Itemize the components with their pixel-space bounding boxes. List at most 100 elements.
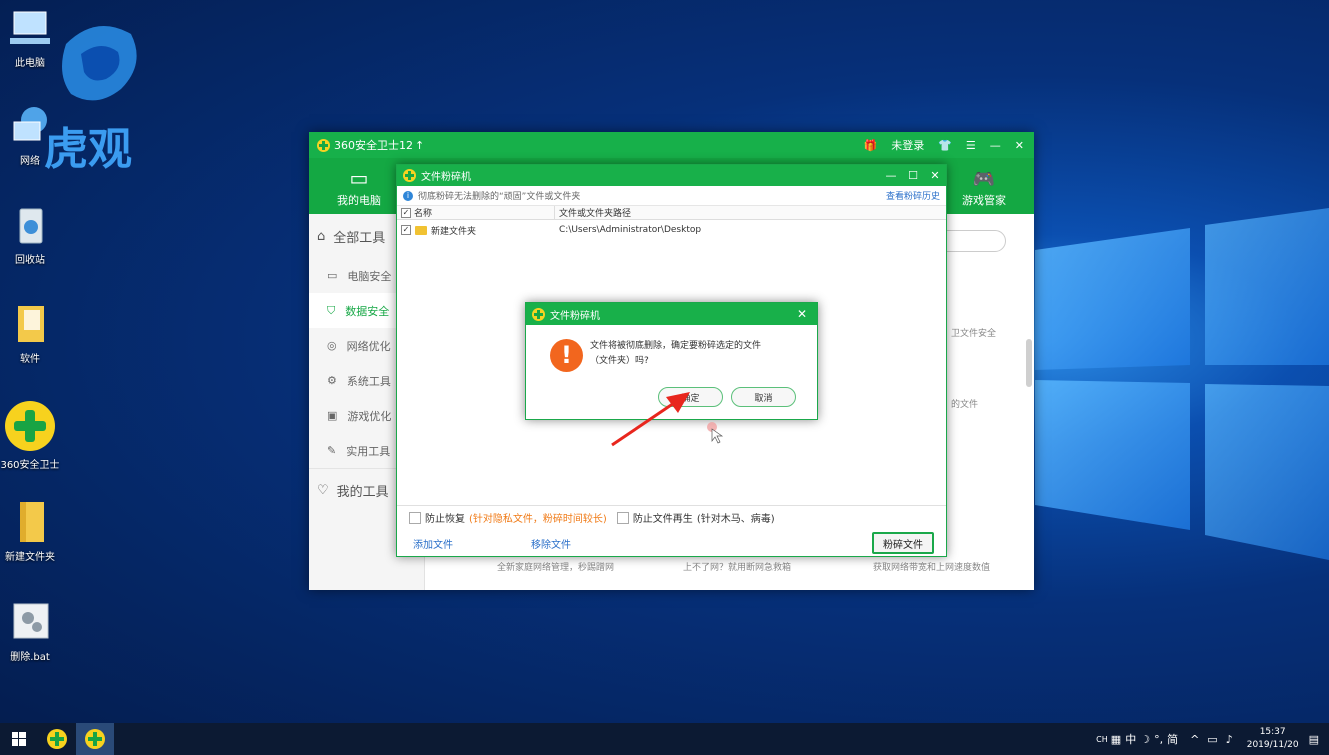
keyboard-icon[interactable]: ▦ [1111, 733, 1121, 746]
cancel-button[interactable]: 取消 [731, 387, 796, 407]
info-icon: i [403, 190, 413, 201]
remove-file-link[interactable]: 移除文件 [531, 536, 571, 551]
content-snippet: 获取网络带宽和上网速度数值 [873, 563, 991, 573]
menu-icon[interactable]: ☰ [966, 139, 976, 152]
main-title-bar: 360安全卫士12 ↑ 🎁 未登录 👕 ☰ — ✕ [309, 132, 1034, 158]
shred-files-button[interactable]: 粉碎文件 [872, 532, 934, 554]
prevent-regen-checkbox[interactable] [616, 511, 629, 524]
options-bar: 防止恢复 (针对隐私文件，粉碎时间较长) 防止文件再生 (针对木马、病毒) [397, 505, 946, 529]
bottom-bar: 添加文件 移除文件 粉碎文件 [397, 529, 946, 557]
recycle-bin-icon [8, 203, 52, 247]
desktop-icon-label: 此电脑 [15, 58, 45, 69]
col-path: 文件或文件夹路径 [559, 209, 632, 219]
monitor-icon: ▭ [349, 166, 369, 190]
close-button[interactable]: ✕ [1015, 139, 1024, 152]
computer-icon [8, 6, 52, 50]
select-all-checkbox[interactable]: ✓ [401, 207, 411, 218]
minimize-button[interactable]: — [990, 139, 1001, 152]
taskbar-360-shredder[interactable] [76, 723, 114, 755]
time: 15:37 [1259, 727, 1286, 737]
gear-file-icon [8, 600, 52, 644]
chevron-up-icon[interactable]: ^ [1190, 733, 1199, 746]
row-path: C:\Users\Administrator\Desktop [559, 225, 702, 235]
360-logo-icon [4, 400, 56, 452]
nav-game-manager[interactable]: 🎮 游戏管家 [934, 169, 1034, 214]
360-logo-icon [403, 169, 416, 182]
network-icon: ◎ [327, 339, 337, 352]
red-arrow-annotation [611, 392, 724, 447]
maximize-button[interactable]: ☐ [902, 169, 924, 182]
gear-icon: ⚙ [327, 374, 337, 387]
folder-icon [8, 500, 52, 544]
desktop-icon-label: 回收站 [15, 255, 45, 266]
desktop-icon-label: 网络 [20, 156, 40, 167]
main-window-title: 360安全卫士12 [334, 139, 413, 152]
shield-icon: ⛉ [327, 303, 336, 317]
prevent-regen-note: (针对木马、病毒) [696, 514, 775, 525]
nav-my-computer[interactable]: ▭ 我的电脑 [309, 166, 409, 214]
col-name: 名称 [414, 209, 433, 219]
info-bar: i 彻底粉碎无法删除的“顽固”文件或文件夹 查看粉碎历史 [397, 186, 946, 206]
prevent-recovery-label: 防止恢复 [425, 514, 465, 525]
ime-chinese[interactable]: 中 [1125, 731, 1136, 747]
info-text: 彻底粉碎无法删除的“顽固”文件或文件夹 [418, 192, 581, 202]
desktop-icon-delete-bat[interactable]: 删除.bat [0, 600, 62, 663]
upgrade-arrow-icon: ↑ [415, 138, 425, 152]
content-snippet: 全新家庭网络管理，秒踢蹭网 [497, 563, 615, 573]
add-file-link[interactable]: 添加文件 [413, 536, 453, 551]
network-icon [8, 104, 52, 148]
desktop-icon-network[interactable]: 网络 [0, 104, 62, 167]
desktop-icon-360[interactable]: 360安全卫士 [0, 400, 62, 471]
notification-icon[interactable]: ▤ [1309, 733, 1319, 746]
shred-history-link[interactable]: 查看粉碎历史 [886, 189, 940, 202]
content-snippet: 上不了网？就用断网急救箱 [683, 563, 792, 573]
volume-icon[interactable]: ♪ [1226, 733, 1233, 746]
desktop-icon-this-pc[interactable]: 此电脑 [0, 6, 62, 69]
close-button[interactable]: ✕ [797, 307, 807, 321]
confirm-title: 文件粉碎机 [550, 310, 600, 322]
close-button[interactable]: ✕ [924, 169, 946, 182]
360-logo-icon [85, 729, 105, 749]
desktop-icon-label: 软件 [20, 354, 40, 365]
gamepad-icon: ▣ [327, 409, 338, 422]
windows-icon [12, 732, 26, 746]
confirm-message: 文件将被彻底删除，确定要粉碎选定的文件 （文件夹）吗? [590, 341, 762, 366]
moon-icon[interactable]: ☽ [1140, 733, 1150, 746]
shredder-title-bar: 文件粉碎机 — ☐ ✕ [397, 165, 946, 186]
network-status-icon[interactable]: ▭ [1207, 733, 1217, 746]
desktop-icon-label: 360安全卫士 [0, 460, 60, 471]
gamepad-icon: 🎮 [972, 169, 996, 190]
taskbar-360-app[interactable] [38, 723, 76, 755]
nav-label: 游戏管家 [962, 194, 1006, 207]
wallpaper-windows-logo [1035, 208, 1329, 560]
scrollbar-thumb[interactable] [1026, 339, 1032, 387]
punct-icon[interactable]: °, [1154, 733, 1163, 746]
folder-icon [415, 225, 427, 235]
minimize-button[interactable]: — [880, 169, 902, 182]
row-checkbox[interactable]: ✓ [401, 225, 411, 235]
content-snippet: 的文件 [950, 400, 978, 410]
prevent-regen-label: 防止文件再生 [632, 514, 693, 525]
ime-simplified[interactable]: 简 [1167, 731, 1178, 747]
toolbox-icon: ⌂ [317, 228, 326, 244]
wrench-icon: ✎ [327, 444, 337, 457]
desktop-icon-recycle-bin[interactable]: 回收站 [0, 203, 62, 266]
skin-icon[interactable]: 👕 [938, 139, 952, 152]
gift-icon[interactable]: 🎁 [864, 139, 878, 152]
warning-icon: ! [550, 339, 583, 372]
login-link[interactable]: 未登录 [891, 137, 924, 153]
360-logo-icon [317, 138, 330, 152]
nav-label: 我的电脑 [337, 194, 381, 207]
desktop-icon-new-folder[interactable]: 新建文件夹 [0, 500, 62, 563]
date: 2019/11/20 [1246, 740, 1299, 750]
prevent-recovery-note: (针对隐私文件，粉碎时间较长) [469, 514, 607, 525]
desktop-icon-software[interactable]: 软件 [0, 302, 62, 365]
360-logo-icon [47, 729, 67, 749]
clock[interactable]: 15:37 2019/11/20 [1237, 726, 1309, 752]
confirm-title-bar: 文件粉碎机 ✕ [526, 303, 817, 325]
prevent-recovery-checkbox[interactable] [409, 511, 421, 524]
start-button[interactable] [0, 723, 38, 755]
monitor-icon: ▭ [327, 269, 338, 282]
tray-lang[interactable]: CH [1096, 735, 1108, 744]
table-row[interactable]: ✓ 新建文件夹 C:\Users\Administrator\Desktop [397, 220, 946, 240]
